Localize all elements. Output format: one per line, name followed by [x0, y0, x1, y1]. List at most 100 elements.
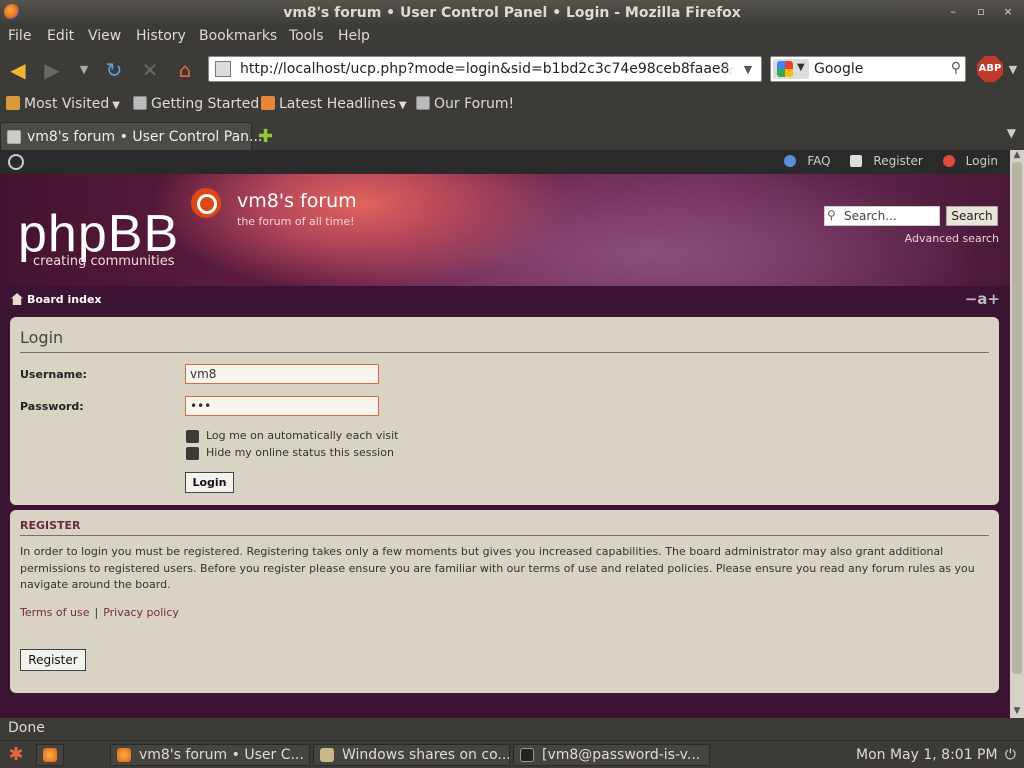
divider — [20, 535, 989, 536]
username-field[interactable]: vm8 — [185, 364, 379, 384]
history-dropdown-icon[interactable]: ▼ — [72, 58, 96, 82]
link-separator: | — [94, 606, 99, 619]
search-engine-text[interactable]: Google — [814, 61, 863, 77]
login-panel: Login Username: vm8 Password: ••• Log me… — [10, 317, 999, 505]
divider — [20, 352, 989, 353]
forum-search-input[interactable]: ⚲ Search... — [824, 206, 940, 226]
forum-header: phpBB creating communities vm8's forum t… — [0, 174, 1010, 286]
edit-icon — [850, 155, 863, 167]
bookmark-our-forum[interactable]: Our Forum! — [416, 96, 514, 112]
scroll-up-icon[interactable]: ▲ — [1010, 150, 1024, 162]
adblock-icon[interactable]: ABP — [977, 56, 1003, 82]
chevron-down-icon: ▼ — [398, 100, 407, 111]
autologin-label: Log me on automatically each visit — [206, 429, 399, 442]
breadcrumb-bar: Board index −a+ — [0, 286, 1010, 314]
back-icon[interactable]: ◀ — [6, 58, 30, 82]
page-scrollbar[interactable]: ▲ ▼ — [1010, 150, 1024, 718]
login-button[interactable]: Login — [185, 472, 234, 493]
login-link[interactable]: Login — [935, 154, 998, 168]
search-icon[interactable]: ⚲ — [951, 60, 961, 76]
privacy-policy-link[interactable]: Privacy policy — [103, 606, 179, 619]
status-bar: Done — [0, 718, 1024, 740]
tab-forum-login[interactable]: vm8's forum • User Control Pan... — [0, 122, 262, 150]
taskbar-item-file-manager[interactable]: Windows shares on co... — [313, 744, 510, 766]
adblock-dropdown-icon[interactable]: ▼ — [1004, 58, 1022, 82]
login-title: Login — [20, 328, 64, 347]
window-title: vm8's forum • User Control Panel • Login… — [283, 5, 741, 21]
minimize-button[interactable]: – — [946, 4, 960, 20]
clock[interactable]: Mon May 1, 8:01 PM — [856, 747, 998, 763]
maximize-button[interactable]: ▫ — [974, 4, 988, 20]
scrollbar-thumb[interactable] — [1012, 162, 1022, 674]
chevron-down-icon: ▼ — [797, 62, 805, 73]
breadcrumb-label: Board index — [27, 293, 102, 306]
bookmark-star-icon[interactable]: ☆ — [721, 60, 735, 79]
ubuntu-logo-icon[interactable] — [8, 154, 24, 170]
bookmark-most-visited[interactable]: Most Visited ▼ — [6, 96, 120, 112]
menu-bar: File Edit View History Bookmarks Tools H… — [0, 26, 1024, 50]
bookmark-label: Our Forum! — [434, 96, 515, 112]
rss-icon — [261, 96, 275, 110]
terminal-icon — [520, 748, 534, 762]
taskbar-item-terminal[interactable]: [vm8@password-is-v... — [513, 744, 710, 766]
register-link[interactable]: Register — [842, 154, 923, 168]
tab-strip: vm8's forum • User Control Pan... ✚ ▼ — [0, 120, 1024, 150]
breadcrumb[interactable]: Board index — [11, 293, 102, 306]
menu-bookmarks[interactable]: Bookmarks — [199, 28, 277, 44]
search-engine-selector[interactable]: ▼ — [773, 59, 809, 79]
menu-edit[interactable]: Edit — [47, 28, 74, 44]
autologin-checkbox[interactable] — [186, 430, 199, 443]
faq-link[interactable]: FAQ — [776, 154, 831, 168]
taskbar-item-firefox[interactable]: vm8's forum • User C... — [110, 744, 310, 766]
folder-icon — [6, 96, 20, 110]
faq-label: FAQ — [807, 154, 831, 168]
url-bar[interactable]: http://localhost/ucp.php?mode=login&sid=… — [208, 56, 762, 82]
launcher-firefox[interactable] — [36, 744, 64, 766]
bookmark-latest-headlines[interactable]: Latest Headlines ▼ — [261, 96, 407, 112]
bookmarks-toolbar: Most Visited ▼ Getting Started Latest Hea… — [0, 90, 1024, 120]
url-dropdown-icon[interactable]: ▼ — [739, 61, 757, 79]
font-size-control[interactable]: −a+ — [965, 290, 1000, 308]
tab-label: vm8's forum • User Control Pan... — [27, 129, 263, 145]
menu-view[interactable]: View — [88, 28, 121, 44]
stop-icon[interactable]: ✕ — [138, 58, 162, 82]
advanced-search-link[interactable]: Advanced search — [905, 232, 999, 245]
power-icon[interactable]: ⏻ — [1005, 747, 1016, 763]
register-label: Register — [873, 154, 923, 168]
home-icon[interactable]: ⌂ — [173, 58, 197, 82]
firefox-icon — [43, 748, 57, 762]
search-box[interactable]: ▼ Google ⚲ — [770, 56, 966, 82]
tab-list-icon[interactable]: ▼ — [1007, 126, 1016, 140]
register-button[interactable]: Register — [20, 649, 86, 671]
close-button[interactable]: × — [1001, 4, 1015, 20]
menu-file[interactable]: File — [8, 28, 31, 44]
page-favicon-icon — [215, 61, 231, 77]
bookmark-getting-started[interactable]: Getting Started — [133, 96, 259, 112]
reload-icon[interactable]: ↻ — [102, 58, 126, 82]
menu-help[interactable]: Help — [338, 28, 370, 44]
bookmark-label: Latest Headlines — [279, 96, 396, 112]
url-text[interactable]: http://localhost/ucp.php?mode=login&sid=… — [240, 61, 730, 77]
ubuntu-circle-icon — [191, 188, 221, 218]
register-title: REGISTER — [20, 519, 81, 532]
password-field[interactable]: ••• — [185, 396, 379, 416]
register-panel: REGISTER In order to login you must be r… — [10, 510, 999, 693]
menu-history[interactable]: History — [136, 28, 186, 44]
site-description: the forum of all time! — [237, 215, 355, 228]
forum-search-button[interactable]: Search — [946, 206, 998, 226]
menu-tools[interactable]: Tools — [289, 28, 324, 44]
search-icon: ⚲ — [827, 208, 836, 222]
window-titlebar: vm8's forum • User Control Panel • Login… — [0, 0, 1024, 26]
scroll-down-icon[interactable]: ▼ — [1010, 706, 1024, 718]
applications-menu-icon[interactable]: ✱ — [4, 743, 28, 767]
power-icon — [942, 155, 955, 167]
username-label: Username: — [20, 368, 87, 381]
hide-status-checkbox[interactable] — [186, 447, 199, 460]
tab-favicon-icon — [7, 130, 21, 144]
forum-top-strip: FAQ Register Login — [0, 150, 1010, 174]
taskbar-item-label: vm8's forum • User C... — [139, 747, 304, 763]
forward-icon[interactable]: ▶ — [40, 58, 64, 82]
bookmark-label: Most Visited — [24, 96, 110, 112]
terms-of-use-link[interactable]: Terms of use — [20, 606, 89, 619]
new-tab-icon[interactable]: ✚ — [258, 126, 273, 147]
